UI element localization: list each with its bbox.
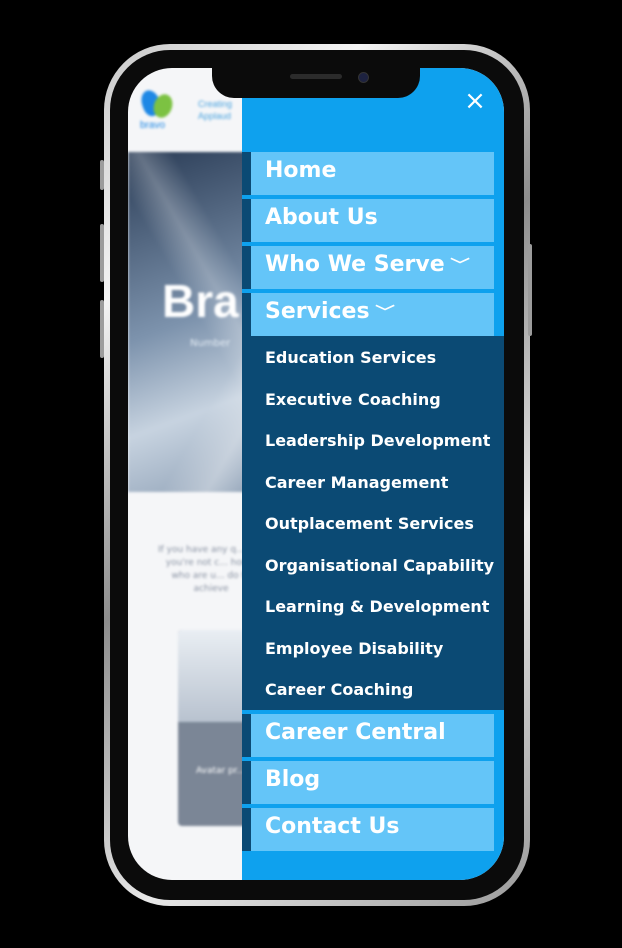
card-text: Avatar pr... (196, 766, 246, 776)
submenu-item-label: Learning & Development (265, 597, 490, 616)
chevron-down-icon[interactable]: ﹀ (450, 255, 470, 275)
submenu-item-label: Outplacement Services (265, 514, 474, 533)
nav-item-label: Services (265, 299, 370, 324)
nav-item-label: Blog (265, 766, 321, 792)
submenu-item-label: Employee Disability (265, 638, 444, 658)
nav-item-services[interactable]: Services ﹀ (242, 293, 494, 336)
submenu-item-education-services[interactable]: Education Services (242, 336, 504, 378)
nav-item-career-central[interactable]: Career Central (242, 713, 494, 757)
submenu-item-career-management[interactable]: Career Management (242, 461, 504, 503)
hero-subtitle: Number (190, 338, 231, 349)
nav-item-label: Who We Serve (265, 252, 445, 277)
nav-item-home[interactable]: Home (242, 152, 494, 195)
chevron-down-icon[interactable]: ﹀ (375, 302, 395, 322)
submenu-item-executive-coaching[interactable]: Executive Coaching (242, 378, 504, 420)
close-menu-button[interactable]: × (464, 88, 486, 114)
submenu-item-label: Career Management (265, 472, 449, 492)
nav-item-blog[interactable]: Blog (242, 760, 494, 804)
tagline-line-2: Applaud (198, 111, 232, 121)
submenu-item-learning-development[interactable]: Learning & Development (242, 585, 504, 627)
nav-drawer: × Home About Us Who We Serve ﹀ Services ﹀ … (242, 68, 504, 880)
submenu-item-career-coaching[interactable]: Career Coaching (242, 668, 504, 710)
nav-item-who-we-serve[interactable]: Who We Serve ﹀ (242, 246, 494, 289)
speaker-grille (290, 74, 342, 79)
submenu-item-label: Career Coaching (265, 680, 414, 699)
nav-item-label: Career Central (265, 719, 446, 745)
submenu-item-label: Education Services (265, 348, 437, 367)
nav-item-contact-us[interactable]: Contact Us (242, 807, 494, 851)
submenu-item-leadership-development[interactable]: Leadership Development (242, 419, 504, 461)
phone-notch (212, 66, 420, 98)
submenu-item-label: Leadership Development (265, 431, 491, 450)
submenu-item-outplacement-services[interactable]: Outplacement Services (242, 502, 504, 544)
nav-menu: Home About Us Who We Serve ﹀ Services ﹀ Ed… (242, 152, 504, 855)
submenu-item-organisational-capability[interactable]: Organisational Capability (242, 544, 504, 586)
nav-item-label: Home (265, 158, 337, 183)
submenu-item-label: Organisational Capability (265, 555, 495, 575)
services-submenu: Education Services Executive Coaching Le… (242, 336, 504, 710)
logo-text: bravo (140, 120, 166, 131)
power-button (528, 244, 532, 336)
nav-item-about-us[interactable]: About Us (242, 199, 494, 242)
nav-item-label: Contact Us (265, 813, 400, 839)
nav-item-label-wrap: Services ﹀ (265, 299, 395, 324)
volume-down-button (100, 300, 104, 358)
tagline-line-1: Creating (198, 99, 233, 109)
phone-screen: bravo Creating Applaud Bra Number If you… (128, 68, 504, 880)
hero-title: Bra (162, 275, 239, 327)
mute-switch (100, 160, 104, 190)
submenu-item-label: Executive Coaching (265, 389, 441, 409)
nav-item-label-wrap: Who We Serve ﹀ (265, 252, 470, 277)
volume-up-button (100, 224, 104, 282)
site-tagline: Creating Applaud (198, 98, 232, 122)
submenu-item-employee-disability[interactable]: Employee Disability (242, 627, 504, 669)
nav-item-label: About Us (265, 205, 378, 230)
front-camera (358, 72, 369, 83)
